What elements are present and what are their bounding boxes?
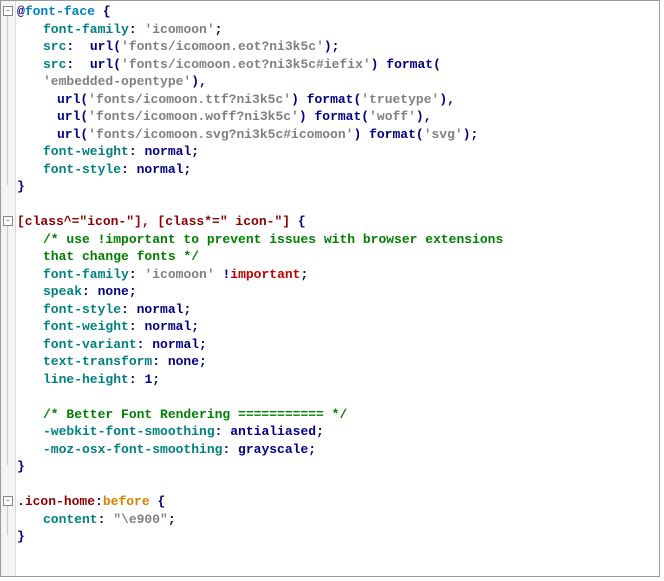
fold-toggle-icon[interactable] — [3, 216, 13, 226]
code-line: src: url('fonts/icomoon.eot?ni3k5c'); — [17, 38, 659, 56]
code-line — [17, 388, 659, 406]
code-line: [class^="icon-"], [class*=" icon-"] { — [17, 213, 659, 231]
code-line: 'embedded-opentype'), — [17, 73, 659, 91]
fold-guide-line — [7, 16, 8, 185]
code-line: .icon-home:before { — [17, 493, 659, 511]
code-line: font-variant: normal; — [17, 336, 659, 354]
code-line: speak: none; — [17, 283, 659, 301]
code-line: url('fonts/icomoon.woff?ni3k5c') format(… — [17, 108, 659, 126]
fold-gutter — [1, 1, 16, 576]
code-line: font-weight: normal; — [17, 143, 659, 161]
code-line: line-height: 1; — [17, 371, 659, 389]
fold-toggle-icon[interactable] — [3, 496, 13, 506]
code-line: src: url('fonts/icomoon.eot?ni3k5c#iefix… — [17, 56, 659, 74]
code-line: } — [17, 458, 659, 476]
code-line: -webkit-font-smoothing: antialiased; — [17, 423, 659, 441]
fold-guide-line — [7, 226, 8, 465]
fold-toggle-icon[interactable] — [3, 6, 13, 16]
code-line: url('fonts/icomoon.ttf?ni3k5c') format('… — [17, 91, 659, 109]
code-line: url('fonts/icomoon.svg?ni3k5c#icomoon') … — [17, 126, 659, 144]
code-line — [17, 196, 659, 214]
code-line — [17, 476, 659, 494]
code-line: font-style: normal; — [17, 161, 659, 179]
code-line: font-style: normal; — [17, 301, 659, 319]
code-line: /* Better Font Rendering =========== */ — [17, 406, 659, 424]
code-editor: @font-face {font-family: 'icomoon';src: … — [0, 0, 660, 577]
code-line: font-family: 'icomoon' !important; — [17, 266, 659, 284]
code-line: content: "\e900"; — [17, 511, 659, 529]
code-line: font-weight: normal; — [17, 318, 659, 336]
code-line: -moz-osx-font-smoothing: grayscale; — [17, 441, 659, 459]
code-line: } — [17, 178, 659, 196]
code-line: that change fonts */ — [17, 248, 659, 266]
code-line: font-family: 'icomoon'; — [17, 21, 659, 39]
code-line: text-transform: none; — [17, 353, 659, 371]
code-line: @font-face { — [17, 3, 659, 21]
fold-guide-line — [7, 506, 8, 535]
code-line: /* use !important to prevent issues with… — [17, 231, 659, 249]
code-area: @font-face {font-family: 'icomoon';src: … — [15, 1, 659, 548]
code-line: } — [17, 528, 659, 546]
